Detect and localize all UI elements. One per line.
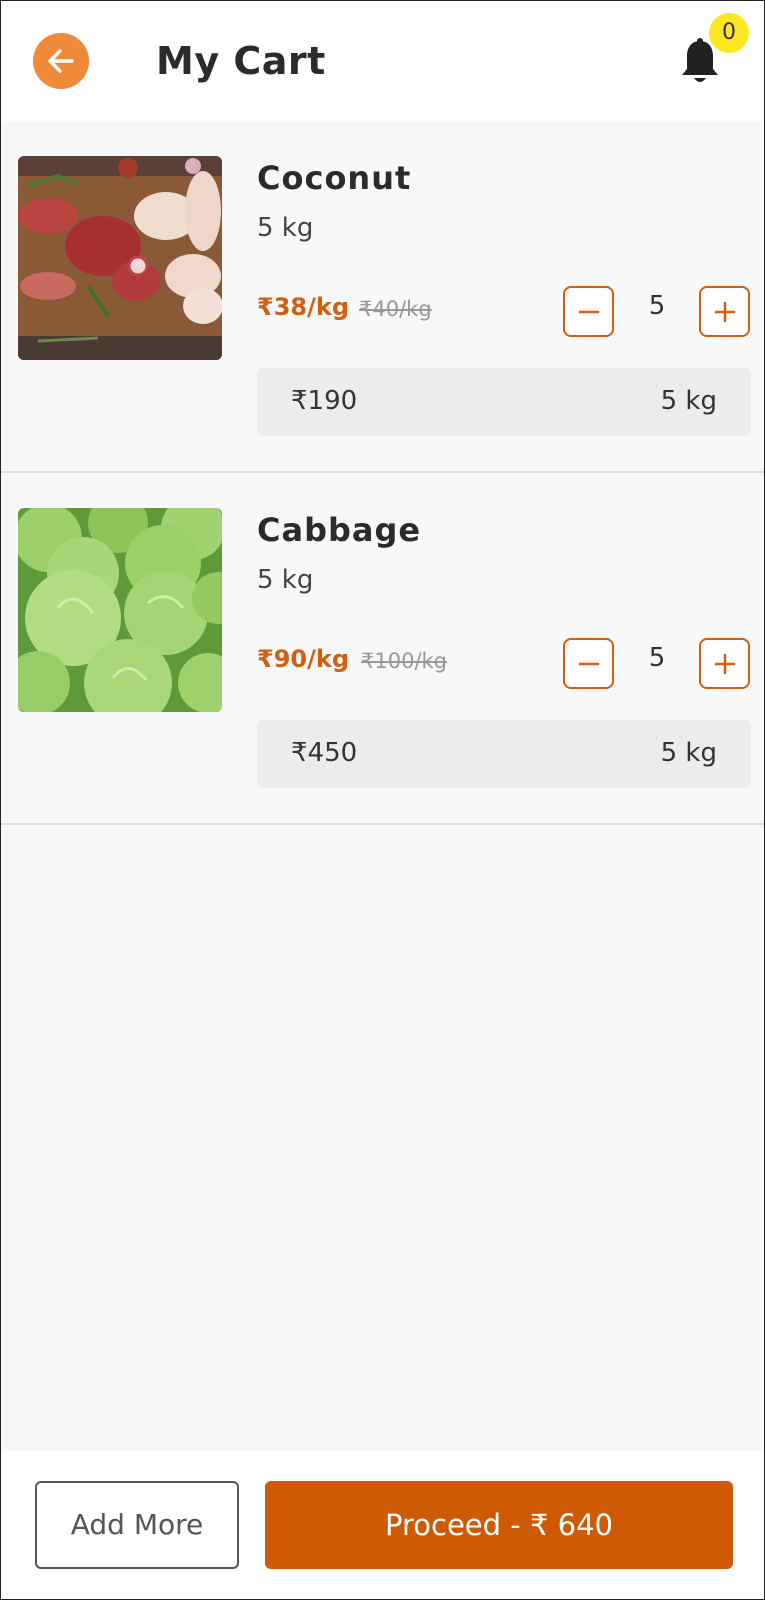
increase-quantity-button[interactable] xyxy=(699,638,750,689)
product-name: Cabbage xyxy=(257,511,422,549)
cart-footer: Add More Proceed - ₹ 640 xyxy=(1,1451,764,1599)
increase-quantity-button[interactable] xyxy=(699,286,750,337)
quantity-value: 5 xyxy=(648,643,666,673)
product-name: Coconut xyxy=(257,159,412,197)
cart-item: Coconut 5 kg ₹38/kg ₹40/kg 5 ₹190 5 kg xyxy=(1,121,764,473)
minus-icon xyxy=(578,310,599,313)
cart-screen: My Cart 0 Coconut 5 kg ₹38/kg ₹40/kg 5 ₹… xyxy=(0,0,765,1600)
arrow-left-icon xyxy=(48,49,74,73)
quantity-value: 5 xyxy=(648,291,666,321)
decrease-quantity-button[interactable] xyxy=(563,638,614,689)
minus-icon xyxy=(578,662,599,665)
page-title: My Cart xyxy=(156,39,326,83)
app-header: My Cart 0 xyxy=(1,1,764,121)
product-image-cabbage xyxy=(18,508,222,712)
item-total-bar: ₹190 5 kg xyxy=(257,368,751,436)
product-price: ₹90/kg xyxy=(257,645,350,673)
back-button[interactable] xyxy=(33,33,89,89)
item-total-weight: 5 kg xyxy=(660,738,717,768)
plus-icon xyxy=(714,653,735,674)
product-image-meat xyxy=(18,156,222,360)
proceed-button[interactable]: Proceed - ₹ 640 xyxy=(265,1481,733,1569)
product-unit: 5 kg xyxy=(257,565,314,595)
product-unit: 5 kg xyxy=(257,213,314,243)
item-total-weight: 5 kg xyxy=(660,386,717,416)
product-old-price: ₹100/kg xyxy=(361,649,448,673)
decrease-quantity-button[interactable] xyxy=(563,286,614,337)
notification-badge: 0 xyxy=(709,13,749,53)
item-total-price: ₹450 xyxy=(291,738,358,768)
item-total-price: ₹190 xyxy=(291,386,358,416)
item-total-bar: ₹450 5 kg xyxy=(257,720,751,788)
plus-icon xyxy=(714,301,735,322)
cart-item: Cabbage 5 kg ₹90/kg ₹100/kg 5 ₹450 5 kg xyxy=(1,473,764,825)
product-price: ₹38/kg xyxy=(257,293,350,321)
product-old-price: ₹40/kg xyxy=(359,297,432,321)
add-more-button[interactable]: Add More xyxy=(35,1481,239,1569)
